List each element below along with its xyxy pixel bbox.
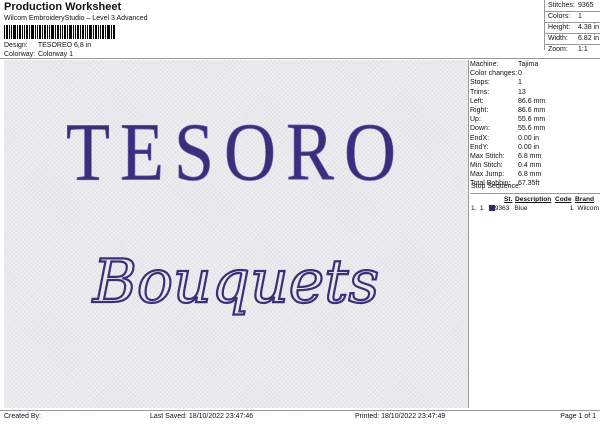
design-name-row: Design: TESOREO 6,8 in — [4, 42, 91, 49]
machine-info-label: Left: — [470, 97, 484, 105]
machine-info-value: 0 — [518, 70, 522, 78]
machine-info-label: Up: — [470, 116, 481, 124]
machine-info-value: Tajima — [518, 61, 539, 68]
machine-info-label: Trims: — [470, 88, 490, 96]
machine-info-value: 6.8 mm — [518, 152, 542, 160]
summary-divider-1 — [545, 11, 600, 12]
colorway-value: Colorway 1 — [37, 51, 73, 58]
width-value: 6.82 in — [578, 35, 600, 42]
machine-info-row: Trims: 13 — [470, 88, 598, 97]
col-code: Code — [555, 196, 572, 203]
col-brand: Brand — [575, 196, 595, 203]
worksheet-title: Production Worksheet — [4, 1, 122, 13]
machine-info-value: 1 — [518, 79, 522, 87]
created-by: Created By: — [4, 413, 41, 420]
machine-info-value: 86.6 mm — [518, 106, 546, 114]
stitches-value: 9365 — [578, 2, 594, 9]
machine-info-row: Max Jump: 6.8 mm — [470, 170, 598, 179]
machine-info-label: Color changes: — [470, 70, 518, 78]
machine-info-label: Max Stitch: — [470, 152, 505, 160]
stop-table-row: 1. 1 9363 Blue 1 Wilcom — [471, 204, 599, 213]
machine-info-value: 67.35ft — [518, 180, 540, 188]
machine-info-row: Right: 86.6 mm — [470, 106, 598, 115]
height-label: Height: — [548, 24, 571, 31]
row-brand: Wilcom — [577, 205, 599, 212]
design-value: TESOREO 6,8 in — [37, 42, 92, 49]
machine-info-value: 0.00 in — [518, 134, 540, 142]
last-saved: Last Saved: 18/10/2022 23:47:46 — [150, 413, 254, 420]
machine-info-value: 6.8 mm — [518, 171, 542, 179]
zoom-label: Zoom: — [548, 46, 568, 53]
machine-info-value: 0.00 in — [518, 143, 540, 151]
design-label: Design: — [4, 42, 28, 49]
zoom-row: Zoom: 1:1 — [545, 44, 600, 55]
machine-info-row: Color changes: 0 — [470, 69, 598, 78]
colorway-row: Colorway: Colorway 1 — [4, 51, 73, 58]
machine-info-value: 13 — [518, 88, 526, 96]
software-name: Wilcom EmbroideryStudio – Level 3 Advanc… — [4, 15, 148, 22]
machine-info-value: 0.4 mm — [518, 162, 542, 170]
stop-sequence-table: St. Description Code Brand 1. 1 9363 Blu… — [471, 195, 599, 213]
machine-info-label: EndY: — [470, 143, 489, 151]
machine-info-label: EndX: — [470, 134, 490, 142]
row-description: Blue — [514, 205, 528, 212]
machine-info-label: Min Stitch: — [470, 162, 503, 170]
machine-info-row: Min Stitch: 0.4 mm — [470, 161, 598, 170]
machine-info-value: 86.6 mm — [518, 97, 546, 105]
design-preview: TESORO Bouquets — [4, 60, 469, 408]
width-label: Width: — [548, 35, 568, 42]
stop-sequence-title: Stop Sequence: — [471, 183, 521, 190]
machine-info-row: Left: 86.6 mm — [470, 97, 598, 106]
height-row: Height: 4.38 in — [545, 22, 600, 33]
colorway-label: Colorway: — [4, 51, 36, 58]
summary-box: Stitches: 9365 Colors: 1 Height: 4.38 in Wi… — [544, 0, 600, 53]
width-row: Width: 6.82 in — [545, 33, 600, 44]
page-number: Page 1 of 1 — [560, 413, 596, 420]
machine-info-label: Max Jump: — [470, 171, 505, 179]
summary-divider-4 — [545, 44, 600, 45]
colors-row: Colors: 1 — [545, 11, 600, 22]
machine-info-row: Max Stitch: 6.8 mm — [470, 152, 598, 161]
machine-info-row: Stops: 1 — [470, 78, 598, 87]
colors-label: Colors: — [548, 13, 571, 20]
machine-info-row: EndY: 0.00 in — [470, 143, 598, 152]
machine-info-label: Stops: — [470, 79, 490, 87]
stop-table-header: St. Description Code Brand — [471, 195, 599, 204]
printed-date: Printed: 18/10/2022 23:47:49 — [355, 413, 446, 420]
zoom-value: 1:1 — [578, 46, 588, 53]
row-index: 1. — [471, 205, 477, 212]
row-stitches: 9363 — [494, 205, 510, 212]
stop-sequence-divider — [470, 193, 600, 194]
col-st: St. — [504, 196, 513, 203]
design-text-tesoro: TESORO — [66, 106, 406, 198]
machine-info-row: Up: 55.6 mm — [470, 115, 598, 124]
machine-info-panel: Machine: Tajima Color changes: 0 Stops: 1 Trim… — [470, 60, 598, 189]
machine-info-value: 55.6 mm — [518, 116, 546, 124]
stitches-row: Stitches: 9365 — [545, 0, 600, 11]
machine-info-row: Machine: Tajima — [470, 60, 598, 69]
summary-divider-2 — [545, 22, 600, 23]
footer: Created By: Last Saved: 18/10/2022 23:47… — [0, 410, 600, 425]
row-code: 1 — [569, 205, 574, 212]
machine-info-label: Down: — [470, 125, 490, 133]
header-divider — [0, 58, 600, 59]
barcode — [4, 25, 115, 39]
machine-info-label: Right: — [470, 106, 489, 114]
colors-value: 1 — [578, 13, 582, 20]
machine-info-label: Machine: — [470, 61, 499, 68]
machine-info-value: 55.6 mm — [518, 125, 546, 133]
height-value: 4.38 in — [578, 24, 600, 31]
embroidery-design: TESORO Bouquets — [66, 106, 406, 318]
design-text-bouquets: Bouquets — [92, 247, 379, 317]
summary-divider-3 — [545, 33, 600, 34]
machine-info-row: EndX: 0.00 in — [470, 134, 598, 143]
machine-info-row: Down: 55.6 mm — [470, 124, 598, 133]
col-description: Description — [515, 196, 552, 203]
stitches-label: Stitches: — [548, 2, 575, 9]
row-num: 1 — [479, 205, 484, 212]
